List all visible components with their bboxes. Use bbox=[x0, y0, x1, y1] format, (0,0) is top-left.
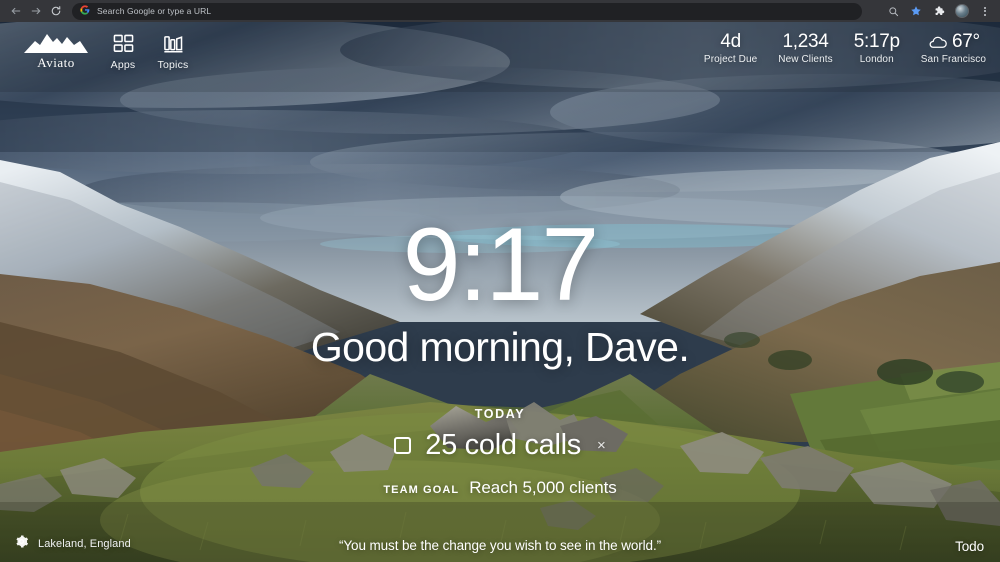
todo-link[interactable]: Todo bbox=[955, 539, 984, 554]
gear-icon[interactable] bbox=[14, 534, 29, 554]
today-label: TODAY bbox=[474, 407, 526, 421]
profile-avatar[interactable] bbox=[955, 4, 969, 18]
team-goal-row: TEAM GOAL Reach 5,000 clients bbox=[383, 478, 616, 498]
address-bar-placeholder: Search Google or type a URL bbox=[97, 6, 212, 16]
team-goal-label: TEAM GOAL bbox=[383, 484, 460, 496]
team-goal-text[interactable]: Reach 5,000 clients bbox=[469, 478, 617, 498]
location-label[interactable]: Lakeland, England bbox=[38, 538, 131, 550]
clock: 9:17 bbox=[402, 207, 599, 323]
puzzle-icon[interactable] bbox=[932, 4, 946, 18]
back-arrow-icon[interactable] bbox=[6, 1, 26, 21]
browser-toolbar: Search Google or type a URL bbox=[0, 0, 1000, 22]
browser-window: Search Google or type a URL Aviato Apps … bbox=[0, 0, 1000, 562]
footer-left: Lakeland, England bbox=[14, 534, 131, 554]
star-icon[interactable] bbox=[909, 4, 923, 18]
three-dot-menu-icon[interactable] bbox=[978, 4, 992, 18]
browser-action-icons bbox=[886, 4, 994, 18]
search-icon[interactable] bbox=[886, 4, 900, 18]
close-icon[interactable]: × bbox=[597, 438, 606, 453]
forward-arrow-icon[interactable] bbox=[26, 1, 46, 21]
newtab-page: Aviato Apps Topics 4d Project Due 1,234 … bbox=[0, 22, 1000, 562]
google-g-icon bbox=[80, 2, 90, 20]
address-bar[interactable]: Search Google or type a URL bbox=[72, 2, 862, 20]
center-column: 9:17 Good morning, Dave. TODAY 25 cold c… bbox=[0, 22, 1000, 562]
reload-icon[interactable] bbox=[46, 1, 66, 21]
greeting: Good morning, Dave. bbox=[310, 324, 690, 370]
focus-checkbox[interactable] bbox=[394, 437, 412, 454]
focus-todo-text[interactable]: 25 cold calls bbox=[425, 429, 581, 462]
focus-block: TODAY 25 cold calls × TEAM GOAL Reach 5,… bbox=[383, 407, 616, 498]
focus-todo-row: 25 cold calls × bbox=[394, 429, 606, 462]
